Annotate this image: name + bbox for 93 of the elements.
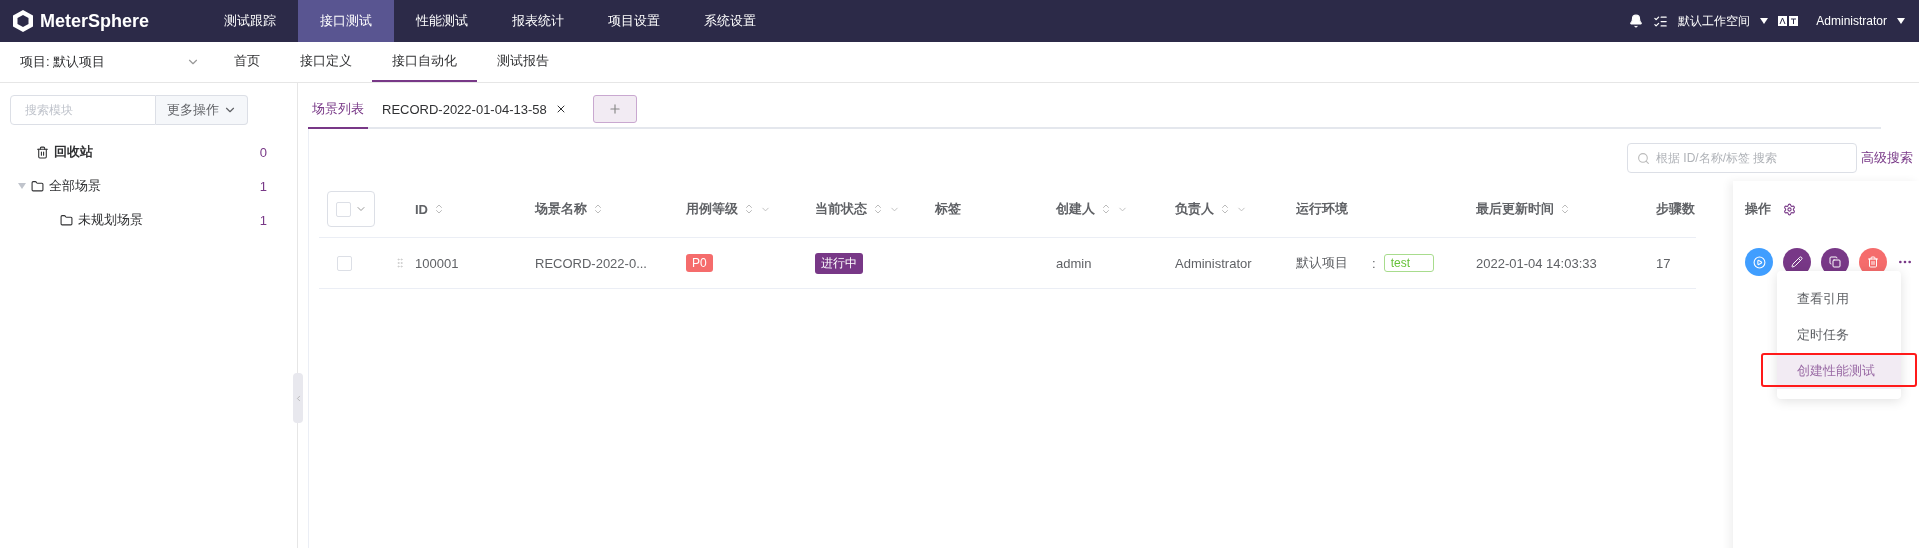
column-title: 标签: [935, 200, 961, 218]
nav-menu-item[interactable]: 报表统计: [490, 0, 586, 42]
separator-text: :: [1372, 255, 1376, 271]
sort-icon[interactable]: [433, 203, 445, 215]
sort-icon[interactable]: [1100, 203, 1112, 215]
tree-label: 全部场景: [49, 177, 101, 195]
drag-handle-icon[interactable]: [394, 257, 406, 269]
sort-icon[interactable]: [1219, 203, 1231, 215]
tree-item[interactable]: 回收站 0: [10, 135, 287, 169]
column-header[interactable]: 用例等级: [686, 181, 815, 238]
workspace-selector[interactable]: 默认工作空间: [1678, 12, 1751, 30]
add-tab-button[interactable]: [592, 95, 637, 123]
sort-icon[interactable]: [743, 203, 755, 215]
column-title: 运行环境: [1296, 200, 1348, 218]
copy-icon: [1829, 256, 1841, 268]
sort-icon[interactable]: [872, 203, 884, 215]
language-icon[interactable]: [1778, 16, 1799, 26]
nav-menu-item[interactable]: 项目设置: [586, 0, 682, 42]
plus-icon: [607, 102, 622, 116]
nav-menu-item[interactable]: 系统设置: [682, 0, 778, 42]
collapse-handle[interactable]: [293, 373, 303, 423]
priority-badge: P0: [686, 254, 713, 272]
column-header[interactable]: 场景名称: [535, 181, 686, 238]
column-header[interactable]: 标签: [935, 181, 1056, 238]
table-cell: 17: [1656, 255, 1671, 271]
environment-tag: test: [1383, 254, 1434, 272]
column-title: 创建人: [1056, 200, 1095, 218]
tree-item[interactable]: 全部场景 1: [10, 169, 287, 203]
sort-icon[interactable]: [1559, 203, 1571, 215]
tree-label: 回收站: [54, 143, 93, 161]
table-cell: 2022-01-04 14:03:33: [1476, 255, 1597, 271]
select-all-dropdown[interactable]: [327, 191, 375, 227]
table-cell: 100001: [415, 255, 459, 271]
caret-icon: [1760, 18, 1769, 24]
tree-count: 1: [259, 178, 267, 194]
folder-icon: [60, 213, 73, 227]
project-selector[interactable]: 项目: 默认项目: [0, 42, 214, 82]
more-actions-button[interactable]: 更多操作: [156, 95, 248, 125]
module-search-field[interactable]: 搜索模块: [10, 95, 156, 125]
column-header[interactable]: 步骤数: [1656, 181, 1696, 238]
caret-icon: [1897, 18, 1905, 24]
task-list-icon[interactable]: [1653, 13, 1669, 29]
column-header[interactable]: 负责人: [1175, 181, 1296, 238]
logo-text: MeterSphere: [40, 10, 150, 32]
table-cell: admin: [1056, 255, 1092, 271]
settings-icon[interactable]: [1783, 202, 1796, 216]
column-title: ID: [415, 201, 428, 217]
advanced-search-link[interactable]: 高级搜索: [1861, 149, 1913, 167]
menu-item[interactable]: 查看引用: [1777, 281, 1901, 317]
scenario-tab[interactable]: 场景列表: [308, 91, 368, 129]
bell-icon[interactable]: [1629, 14, 1644, 28]
tree-count: 0: [259, 144, 267, 160]
search-field[interactable]: 根据 ID/名称/标签 搜索: [1627, 143, 1857, 173]
sub-nav-tab[interactable]: 接口定义: [280, 42, 372, 82]
column-title: 最后更新时间: [1476, 200, 1554, 218]
scenario-tab[interactable]: RECORD-2022-01-04-13-58: [378, 91, 571, 129]
edit-icon: [1791, 256, 1803, 268]
nav-menu-item[interactable]: 接口测试: [298, 0, 394, 42]
column-header[interactable]: 创建人: [1056, 181, 1175, 238]
menu-item[interactable]: 定时任务: [1777, 317, 1901, 353]
nav-menu-item[interactable]: 性能测试: [394, 0, 490, 42]
column-header[interactable]: ID: [415, 181, 535, 238]
sub-nav-tab[interactable]: 首页: [214, 42, 280, 82]
column-header[interactable]: 运行环境: [1296, 181, 1476, 238]
run-button[interactable]: [1745, 248, 1773, 276]
column-header: 操作: [1745, 200, 1771, 218]
sort-icon[interactable]: [592, 203, 604, 215]
column-title: 场景名称: [535, 200, 587, 218]
column-title: 负责人: [1175, 200, 1214, 218]
delete-icon: [1867, 256, 1879, 268]
row-checkbox[interactable]: [337, 255, 352, 271]
sub-nav-tab[interactable]: 测试报告: [477, 42, 569, 82]
expand-caret-icon[interactable]: [18, 183, 26, 189]
logo-icon: [12, 9, 34, 33]
column-title: 当前状态: [815, 200, 867, 218]
play-icon: [1752, 255, 1766, 269]
status-badge: 进行中: [815, 252, 863, 274]
table-cell: Administrator: [1175, 255, 1252, 271]
tree-count: 1: [259, 212, 267, 228]
tree-label: 未规划场景: [78, 211, 143, 229]
user-menu[interactable]: Administrator: [1816, 14, 1887, 28]
folder-icon: [31, 179, 44, 193]
nav-menu-item[interactable]: 测试跟踪: [202, 0, 298, 42]
trash-icon: [36, 145, 49, 159]
column-title: 用例等级: [686, 200, 738, 218]
column-title: 步骤数: [1656, 200, 1695, 218]
tree-item[interactable]: 未规划场景 1: [10, 203, 287, 237]
table-cell: 默认项目: [1296, 254, 1348, 272]
column-header[interactable]: 最后更新时间: [1476, 181, 1656, 238]
sub-nav-tab[interactable]: 接口自动化: [372, 42, 477, 82]
table-cell: RECORD-2022-0...: [535, 255, 647, 271]
search-icon: [1637, 152, 1650, 165]
column-header[interactable]: 当前状态: [815, 181, 935, 238]
